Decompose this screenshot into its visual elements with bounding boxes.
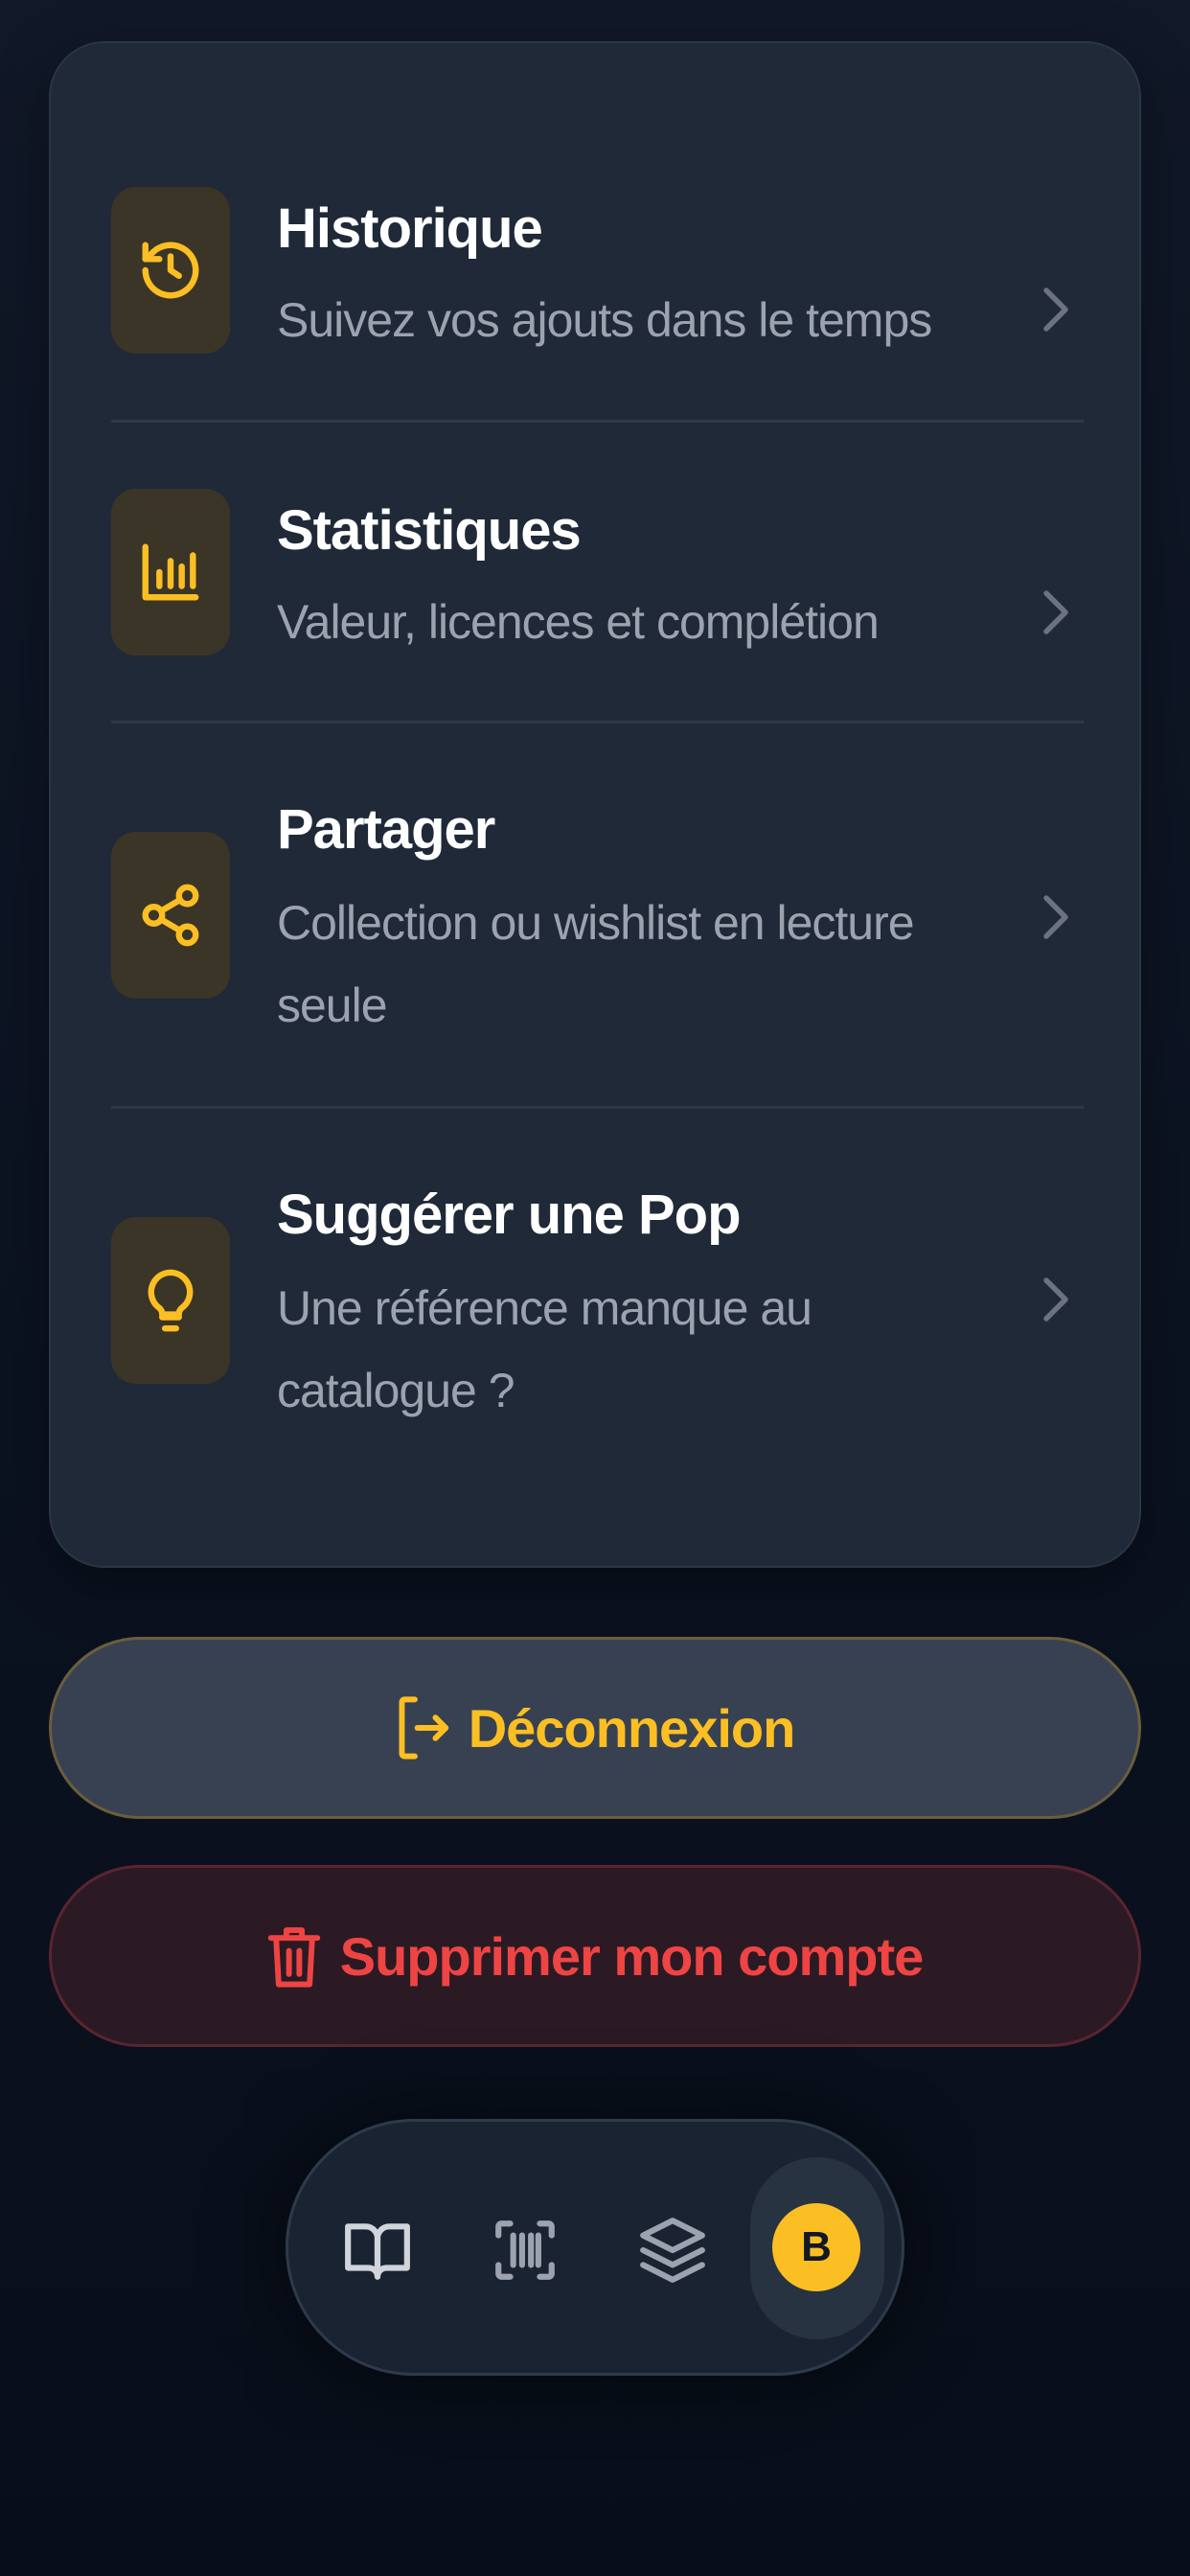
logout-button[interactable]: Déconnexion bbox=[49, 1637, 1141, 1819]
lightbulb-icon bbox=[148, 1269, 194, 1332]
avatar[interactable]: B bbox=[772, 2203, 860, 2291]
bottom-tab-bar: B bbox=[286, 2119, 904, 2376]
trash-icon bbox=[267, 1927, 320, 1988]
barcode-scan-icon bbox=[495, 2220, 555, 2280]
tab-scan[interactable] bbox=[472, 2197, 578, 2303]
chevron-right-icon bbox=[1043, 1277, 1068, 1322]
logout-icon bbox=[399, 1696, 448, 1760]
menu-item-subtitle: Une référence manque au catalogue ? bbox=[277, 1281, 812, 1417]
menu-item-title: Suggérer une Pop bbox=[277, 1184, 742, 1246]
tab-layers[interactable] bbox=[620, 2197, 725, 2303]
menu-item-suggest-pop[interactable]: Suggérer une Pop Une référence manque au… bbox=[51, 43, 1139, 1492]
settings-menu-card: Historique Suivez vos ajouts dans le tem… bbox=[49, 41, 1141, 1568]
avatar-initial: B bbox=[801, 2223, 832, 2270]
delete-account-button[interactable]: Supprimer mon compte bbox=[49, 1865, 1141, 2047]
layers-icon bbox=[640, 2218, 705, 2283]
book-icon bbox=[345, 2223, 410, 2280]
tab-collection[interactable] bbox=[325, 2197, 430, 2303]
lightbulb-icon-box bbox=[111, 1217, 230, 1384]
logout-label: Déconnexion bbox=[468, 1697, 796, 1759]
delete-account-label: Supprimer mon compte bbox=[339, 1925, 925, 1987]
